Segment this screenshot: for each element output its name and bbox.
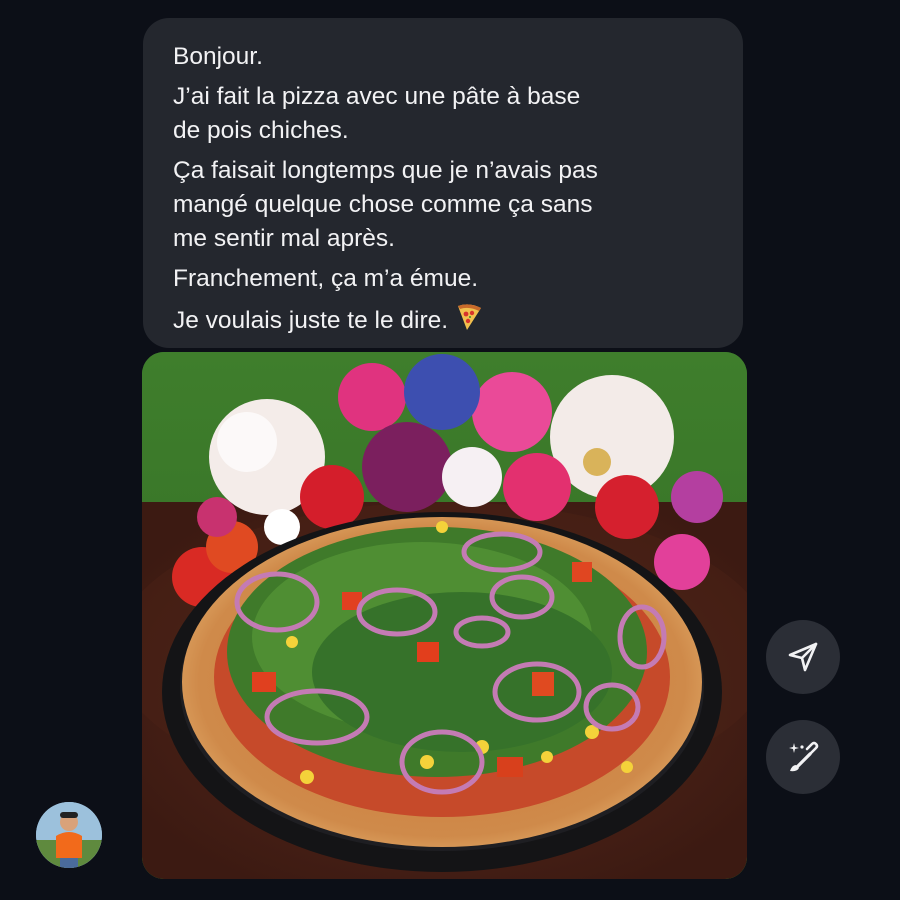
pizza-photo[interactable] bbox=[142, 352, 747, 879]
message-line: de pois chiches. bbox=[173, 117, 349, 144]
message-line-text: Je voulais juste te le dire. bbox=[173, 307, 449, 334]
message-bubble[interactable]: Bonjour. J’ai fait la pizza avec une pât… bbox=[143, 18, 743, 348]
magic-brush-icon bbox=[789, 741, 819, 772]
message-line-last: Je voulais juste te le dire. bbox=[173, 302, 717, 342]
message-line: mangé quelque chose comme ça sans bbox=[173, 191, 593, 218]
send-icon bbox=[788, 642, 818, 672]
message-line: me sentir mal après. bbox=[173, 225, 395, 252]
user-avatar[interactable] bbox=[36, 802, 102, 868]
message-line: Franchement, ça m’a émue. bbox=[173, 265, 479, 292]
magic-edit-button[interactable] bbox=[766, 720, 840, 794]
avatar-image bbox=[36, 802, 102, 868]
message-line: J’ai fait la pizza avec une pâte à base bbox=[173, 83, 581, 110]
pizza-photo-illustration bbox=[142, 352, 747, 879]
send-button[interactable] bbox=[766, 620, 840, 694]
message-line: Ça faisait longtemps que je n’avais pas bbox=[173, 157, 598, 184]
chat-screen: Bonjour. J’ai fait la pizza avec une pât… bbox=[0, 0, 900, 900]
pizza-emoji-icon bbox=[454, 302, 484, 342]
message-line: Bonjour. bbox=[173, 43, 263, 70]
